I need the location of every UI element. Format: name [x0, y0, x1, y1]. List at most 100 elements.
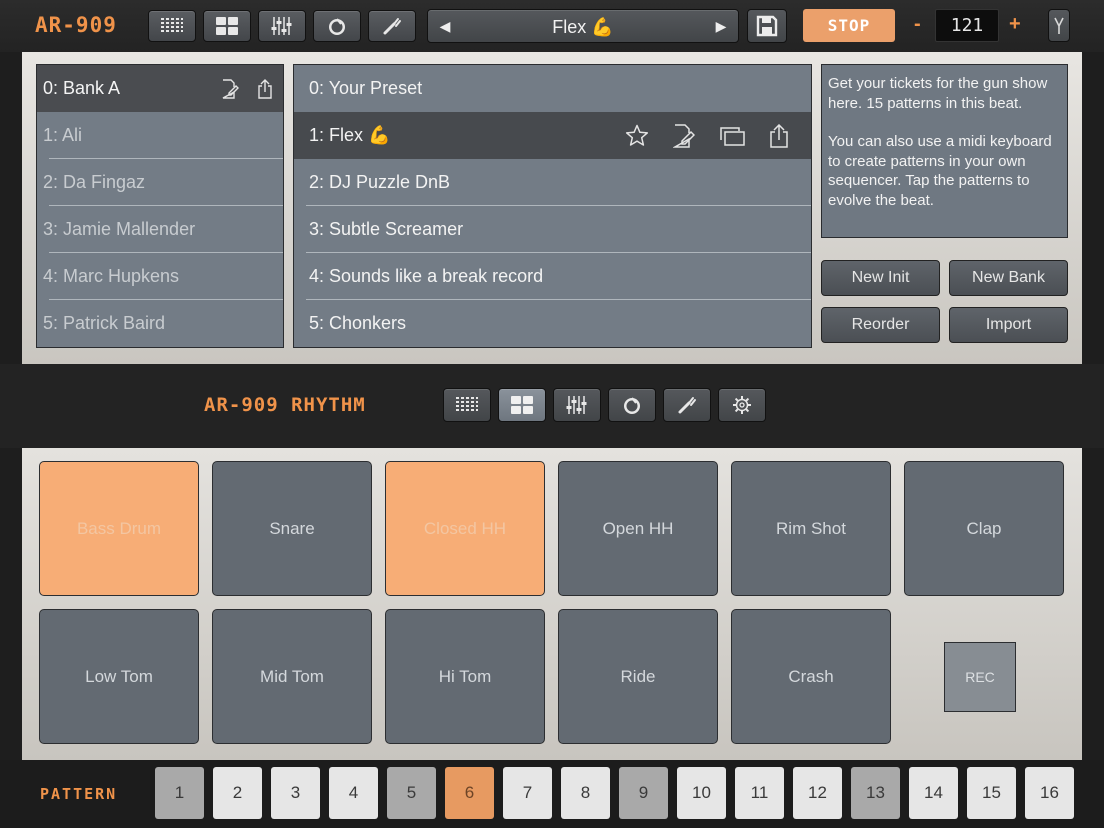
knob-view-button[interactable] [313, 10, 361, 42]
settings-tool-button[interactable] [368, 10, 416, 42]
save-preset-button[interactable] [747, 9, 787, 43]
preset-item[interactable]: 1: Flex 💪 [294, 112, 811, 159]
preset-item[interactable]: 4: Sounds like a break record [294, 253, 811, 300]
pattern-button[interactable]: 2 [213, 767, 262, 819]
preset-item-actions [625, 112, 789, 159]
gear-icon [733, 396, 751, 414]
bank-item[interactable]: 3: Jamie Mallender [37, 206, 283, 253]
new-init-button[interactable]: New Init [821, 260, 940, 296]
sequencer-view-button[interactable] [148, 10, 196, 42]
preset-item[interactable]: 3: Subtle Screamer [294, 206, 811, 253]
top-toolbar: AR-909 ◀ Flex 💪 ▶ STOP - 121 + [0, 0, 1104, 52]
drum-pad[interactable]: Bass Drum [39, 461, 199, 596]
pattern-button[interactable]: 3 [271, 767, 320, 819]
drum-pad[interactable]: Crash [731, 609, 891, 744]
description-paragraph: Get your tickets for the gun show here. … [828, 75, 1048, 112]
bank-item-actions [221, 65, 273, 112]
grid-icon [456, 397, 478, 411]
edit-icon[interactable] [673, 123, 695, 148]
drum-pad[interactable]: Snare [212, 461, 372, 596]
bank-item-label: 4: Marc Hupkens [43, 266, 180, 286]
drum-pad[interactable]: Mid Tom [212, 609, 372, 744]
preset-item-label: 4: Sounds like a break record [309, 266, 544, 286]
pattern-button[interactable]: 1 [155, 767, 204, 819]
previous-preset-button[interactable]: ◀ [430, 10, 460, 42]
pattern-button[interactable]: 13 [851, 767, 900, 819]
wrench-icon [383, 18, 401, 35]
tool-view-button[interactable] [663, 388, 711, 422]
settings-button[interactable] [718, 388, 766, 422]
drum-pad[interactable]: Ride [558, 609, 718, 744]
bank-item[interactable]: 5: Patrick Baird [37, 300, 283, 347]
current-preset-name: Flex 💪 [552, 17, 614, 37]
instrument-logo: AR-909 RHYTHM [204, 394, 366, 416]
tempo-decrease-button[interactable]: - [914, 13, 921, 36]
duplicate-icon[interactable] [719, 126, 745, 146]
pattern-button[interactable]: 11 [735, 767, 784, 819]
drum-pad[interactable]: Clap [904, 461, 1064, 596]
grid-icon [161, 18, 183, 32]
pattern-button[interactable]: 10 [677, 767, 726, 819]
share-icon[interactable] [257, 78, 273, 99]
drum-pad[interactable]: Hi Tom [385, 609, 545, 744]
bank-item-label: 1: Ali [43, 125, 83, 145]
preset-item[interactable]: 2: DJ Puzzle DnB [294, 159, 811, 206]
pads-icon [511, 396, 533, 414]
drum-pad[interactable]: Low Tom [39, 609, 199, 744]
pattern-button[interactable]: 5 [387, 767, 436, 819]
instrument-header [0, 364, 1104, 448]
sequencer-view-button[interactable] [443, 388, 491, 422]
mixer-icon [566, 396, 587, 414]
knob-icon [329, 18, 345, 35]
new-bank-button[interactable]: New Bank [949, 260, 1068, 296]
drum-pad[interactable]: Open HH [558, 461, 718, 596]
pattern-button[interactable]: 4 [329, 767, 378, 819]
floppy-disk-icon [756, 15, 778, 37]
pattern-button[interactable]: 16 [1025, 767, 1074, 819]
pads-icon [216, 17, 238, 35]
share-icon[interactable] [769, 123, 789, 148]
pattern-button[interactable]: 9 [619, 767, 668, 819]
pattern-button[interactable]: 8 [561, 767, 610, 819]
reorder-button[interactable]: Reorder [821, 307, 940, 343]
description-paragraph: You can also use a midi keyboard to crea… [828, 133, 1052, 209]
stop-button[interactable]: STOP [803, 9, 895, 42]
pattern-button[interactable]: 12 [793, 767, 842, 819]
tempo-display[interactable]: 121 [935, 9, 999, 42]
preset-list: 0: Your Preset 1: Flex 💪 2: DJ Puzzle Dn… [293, 64, 812, 348]
tempo-increase-button[interactable]: + [1009, 13, 1021, 36]
edit-icon[interactable] [221, 78, 239, 99]
pattern-button[interactable]: 7 [503, 767, 552, 819]
pattern-button-active[interactable]: 6 [445, 767, 494, 819]
pads-view-button[interactable] [203, 10, 251, 42]
star-icon[interactable] [625, 124, 649, 147]
mixer-view-button[interactable] [258, 10, 306, 42]
bank-item-label: 3: Jamie Mallender [43, 219, 196, 239]
bank-item[interactable]: 2: Da Fingaz [37, 159, 283, 206]
drum-pad[interactable]: Closed HH [385, 461, 545, 596]
pattern-button[interactable]: 14 [909, 767, 958, 819]
preset-item-label: 0: Your Preset [309, 78, 423, 98]
bank-item[interactable]: 0: Bank A [37, 65, 283, 112]
preset-description: Get your tickets for the gun show here. … [821, 64, 1068, 238]
routing-button[interactable] [1048, 9, 1070, 42]
drum-pad[interactable]: Rim Shot [731, 461, 891, 596]
preset-item[interactable]: 5: Chonkers [294, 300, 811, 347]
import-button[interactable]: Import [949, 307, 1068, 343]
bank-item[interactable]: 1: Ali [37, 112, 283, 159]
knob-view-button[interactable] [608, 388, 656, 422]
preset-item-label: 3: Subtle Screamer [309, 219, 464, 239]
pattern-button[interactable]: 15 [967, 767, 1016, 819]
app-logo: AR-909 [35, 13, 117, 37]
bank-item-label: 0: Bank A [43, 78, 121, 98]
app-root: AR-909 ◀ Flex 💪 ▶ STOP - 121 + 0: Bank A… [0, 0, 1104, 828]
preset-item-label: 1: Flex 💪 [309, 125, 391, 145]
bank-item-label: 5: Patrick Baird [43, 313, 166, 333]
preset-item[interactable]: 0: Your Preset [294, 65, 811, 112]
pads-view-button[interactable] [498, 388, 546, 422]
bank-item[interactable]: 4: Marc Hupkens [37, 253, 283, 300]
mixer-view-button[interactable] [553, 388, 601, 422]
wrench-icon [678, 397, 696, 414]
next-preset-button[interactable]: ▶ [706, 10, 736, 42]
record-button[interactable]: REC [944, 642, 1016, 712]
